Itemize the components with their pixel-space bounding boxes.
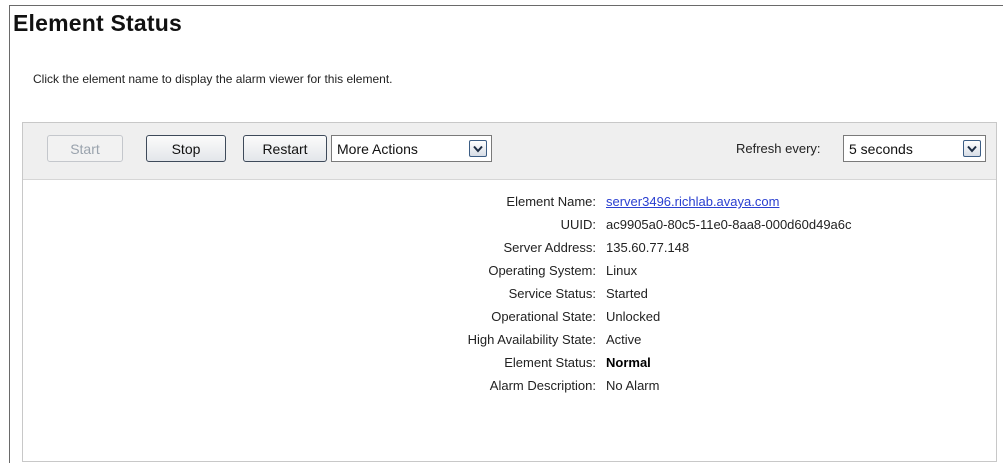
service-status-label: Service Status: [508,286,596,301]
operational-state-label: Operational State: [491,309,596,324]
more-actions-value: More Actions [337,140,418,157]
detail-row-service-status: Service Status: Started [23,286,996,306]
restart-button[interactable]: Restart [243,135,327,162]
element-name-label: Element Name: [506,194,596,209]
operating-system-value: Linux [606,263,638,278]
ha-state-label: High Availability State: [467,332,596,347]
detail-row-operating-system: Operating System: Linux [23,263,996,283]
server-address-value: 135.60.77.148 [606,240,690,255]
ha-state-value: Active [606,332,642,347]
stop-button[interactable]: Stop [146,135,226,162]
refresh-interval-value: 5 seconds [849,140,913,157]
alarm-description-label: Alarm Description: [489,378,596,393]
element-status-value: Normal [606,355,651,370]
refresh-interval-select[interactable]: 5 seconds [843,135,986,162]
operating-system-label: Operating System: [488,263,596,278]
chevron-down-icon[interactable] [469,140,487,157]
detail-row-element-status: Element Status: Normal [23,355,996,375]
service-status-value: Started [606,286,648,301]
start-button[interactable]: Start [47,135,123,162]
element-name-link[interactable]: server3496.richlab.avaya.com [606,194,779,209]
detail-row-alarm-description: Alarm Description: No Alarm [23,378,996,398]
detail-row-server-address: Server Address: 135.60.77.148 [23,240,996,260]
detail-row-uuid: UUID: ac9905a0-80c5-11e0-8aa8-000d60d49a… [23,217,996,237]
page-title: Element Status [13,10,182,36]
element-status-label: Element Status: [504,355,596,370]
detail-row-operational-state: Operational State: Unlocked [23,309,996,329]
refresh-label: Refresh every: [736,141,821,156]
element-status-panel: Start Stop Restart More Actions Refresh … [22,122,997,462]
uuid-label: UUID: [560,217,596,232]
chevron-down-icon[interactable] [963,140,981,157]
more-actions-select[interactable]: More Actions [331,135,492,162]
instruction-text: Click the element name to display the al… [33,72,393,86]
page-frame: Element Status Click the element name to… [9,5,1003,463]
server-address-label: Server Address: [503,240,597,255]
action-toolbar: Start Stop Restart More Actions Refresh … [23,123,996,180]
operational-state-value: Unlocked [606,309,661,324]
uuid-value: ac9905a0-80c5-11e0-8aa8-000d60d49a6c [606,217,852,232]
detail-row-ha-state: High Availability State: Active [23,332,996,352]
alarm-description-value: No Alarm [606,378,660,393]
detail-row-element-name: Element Name: server3496.richlab.avaya.c… [23,194,996,214]
